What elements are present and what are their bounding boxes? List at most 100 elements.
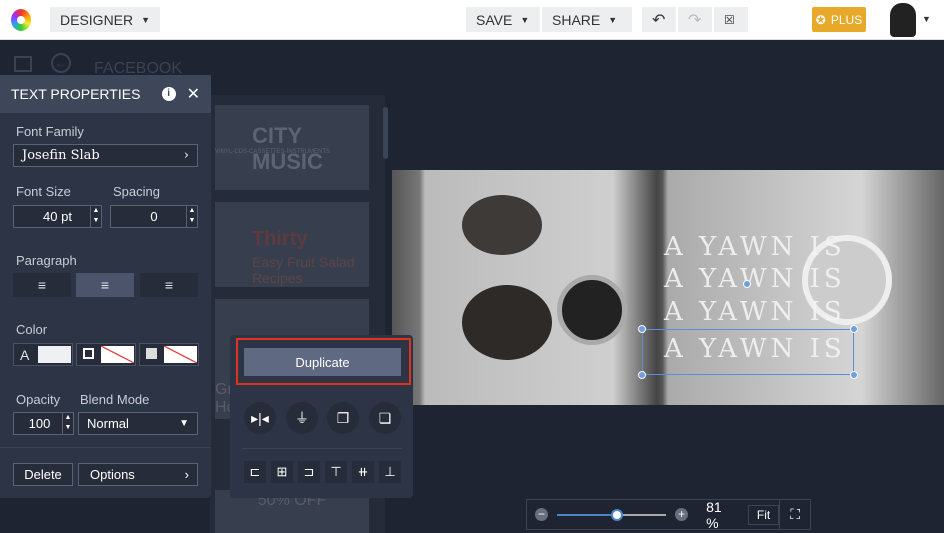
zoom-slider-thumb[interactable]: [611, 508, 624, 521]
font-size-label: Font Size: [16, 184, 71, 199]
canvas-text[interactable]: A YAWN IS: [664, 264, 846, 294]
plus-label: PLUS: [830, 12, 863, 27]
font-family-label: Font Family: [16, 124, 84, 139]
plus-button[interactable]: ✪ PLUS: [812, 7, 866, 32]
no-color-swatch: [101, 346, 134, 363]
delete-label: Delete: [24, 467, 62, 482]
info-icon[interactable]: i: [161, 87, 176, 101]
spacing-label: Spacing: [113, 184, 160, 199]
panel-title: TEXT PROPERTIES: [11, 86, 141, 102]
color-label: Color: [16, 322, 48, 337]
top-bar: DESIGNER ▼ SAVE ▼ SHARE ▼ ↶ ↷ ☒ ✪ PLUS ▼: [0, 0, 944, 40]
align-center-horizontal-icon[interactable]: ⊞: [271, 461, 293, 483]
fullscreen-icon[interactable]: ⛶: [779, 500, 810, 529]
template-thumb[interactable]: CITY MUSIC VINYL-CDS-CASSETTES-INSTRUMEN…: [215, 105, 369, 190]
chevron-down-icon: ▼: [608, 14, 618, 25]
canvas-text[interactable]: A YAWN IS: [664, 297, 846, 327]
delete-canvas-icon[interactable]: ☒: [714, 7, 748, 32]
blend-mode-label: Blend Mode: [80, 392, 150, 407]
app-logo[interactable]: [11, 9, 31, 31]
award-icon: ✪: [815, 12, 826, 27]
zoom-bar: − + 81 % Fit ⛶: [526, 498, 811, 531]
stepper-arrows[interactable]: ▲ ▼: [186, 206, 197, 227]
align-middle-vertical-icon[interactable]: ⧺: [352, 461, 374, 483]
align-center-button[interactable]: ≡: [76, 273, 134, 297]
resize-handle[interactable]: [638, 325, 646, 333]
undo-icon[interactable]: ↶: [642, 7, 676, 32]
opacity-label: Opacity: [16, 392, 61, 407]
redo-icon[interactable]: ↷: [678, 7, 712, 32]
flip-vertical-icon[interactable]: ⏚: [286, 402, 318, 434]
fill-icon: [146, 348, 157, 359]
chevron-down-icon: ▼: [179, 418, 189, 429]
background-color-picker[interactable]: [139, 343, 199, 366]
object-actions-popup: Duplicate ▸|◂ ⏚ ❐ ❏ ⊏ ⊞ ⊐ ⊤ ⧺ ⊥: [230, 335, 413, 498]
stepper-arrows[interactable]: ▲ ▼: [90, 206, 101, 227]
share-button[interactable]: SHARE ▼: [542, 7, 632, 32]
outline-color-picker[interactable]: [76, 343, 136, 366]
align-bottom-icon[interactable]: ⊥: [379, 461, 401, 483]
chevron-down-icon: ▼: [520, 14, 530, 25]
divider: [242, 448, 402, 449]
paragraph-label: Paragraph: [16, 253, 77, 268]
coffee-beans: [462, 285, 552, 360]
mode-label: DESIGNER: [60, 11, 134, 28]
align-left-button[interactable]: ≡: [13, 273, 71, 297]
delete-button[interactable]: Delete: [13, 463, 73, 486]
blend-mode-value: Normal: [87, 416, 129, 431]
rotate-handle[interactable]: [743, 280, 751, 288]
stepper-arrows[interactable]: ▲ ▼: [62, 413, 73, 434]
template-thumb[interactable]: Thirty Easy Fruit Salad Recipes: [215, 202, 369, 287]
save-button[interactable]: SAVE ▼: [466, 7, 540, 32]
resize-handle[interactable]: [850, 371, 858, 379]
zoom-percent: 81 %: [706, 498, 722, 531]
align-left-icon[interactable]: ⊏: [244, 461, 266, 483]
avatar[interactable]: [890, 3, 916, 37]
thumb-sub: Easy Fruit Salad Recipes: [252, 254, 355, 286]
save-icon[interactable]: [14, 56, 32, 72]
chevron-down-icon[interactable]: ▼: [922, 14, 931, 24]
back-icon[interactable]: ←: [51, 53, 71, 73]
font-size-stepper[interactable]: 40 pt ▲ ▼: [13, 205, 102, 228]
bring-forward-icon[interactable]: ❏: [369, 402, 401, 434]
zoom-out-icon[interactable]: −: [535, 508, 548, 521]
thumb-sub: VINYL-CDS-CASSETTES-INSTRUMENTS: [215, 149, 331, 155]
chevron-right-icon: ›: [184, 467, 189, 482]
canvas-text[interactable]: A YAWN IS: [664, 232, 846, 262]
align-right-icon[interactable]: ⊐: [298, 461, 320, 483]
scrollbar[interactable]: [383, 107, 388, 159]
zoom-in-icon[interactable]: +: [675, 508, 689, 521]
zoom-slider-fill: [556, 513, 618, 516]
no-color-swatch: [164, 346, 197, 363]
opacity-value: 100: [28, 416, 51, 431]
chevron-down-icon: ▼: [141, 14, 151, 25]
font-family-value: Josefin Slab: [22, 148, 100, 163]
ground-coffee: [462, 195, 542, 255]
opacity-stepper[interactable]: 100 ▲ ▼: [13, 412, 74, 435]
send-backward-icon[interactable]: ❐: [327, 402, 359, 434]
highlight-box: [236, 338, 411, 385]
close-icon[interactable]: ✕: [187, 84, 200, 104]
options-label: Options: [90, 467, 135, 482]
selection-box[interactable]: [642, 329, 854, 375]
resize-handle[interactable]: [850, 325, 858, 333]
font-size-value: 40 pt: [43, 209, 72, 224]
mode-dropdown[interactable]: DESIGNER ▼: [50, 7, 161, 32]
outline-icon: [83, 348, 94, 359]
blend-mode-select[interactable]: Normal ▼: [78, 412, 198, 435]
zoom-slider[interactable]: [556, 508, 667, 521]
share-label: SHARE: [552, 11, 601, 28]
thumb-title: Thirty: [252, 228, 308, 250]
color-swatch: [38, 346, 71, 363]
text-color-icon: A: [20, 347, 30, 363]
text-color-picker[interactable]: A: [13, 343, 73, 366]
font-family-select[interactable]: Josefin Slab ›: [13, 144, 198, 167]
flip-horizontal-icon[interactable]: ▸|◂: [244, 402, 276, 434]
resize-handle[interactable]: [638, 371, 646, 379]
options-button[interactable]: Options ›: [78, 463, 198, 486]
portafilter: [557, 275, 627, 345]
spacing-stepper[interactable]: 0 ▲ ▼: [110, 205, 198, 228]
align-top-icon[interactable]: ⊤: [325, 461, 347, 483]
align-right-button[interactable]: ≡: [140, 273, 198, 297]
fit-button[interactable]: Fit: [747, 504, 780, 525]
